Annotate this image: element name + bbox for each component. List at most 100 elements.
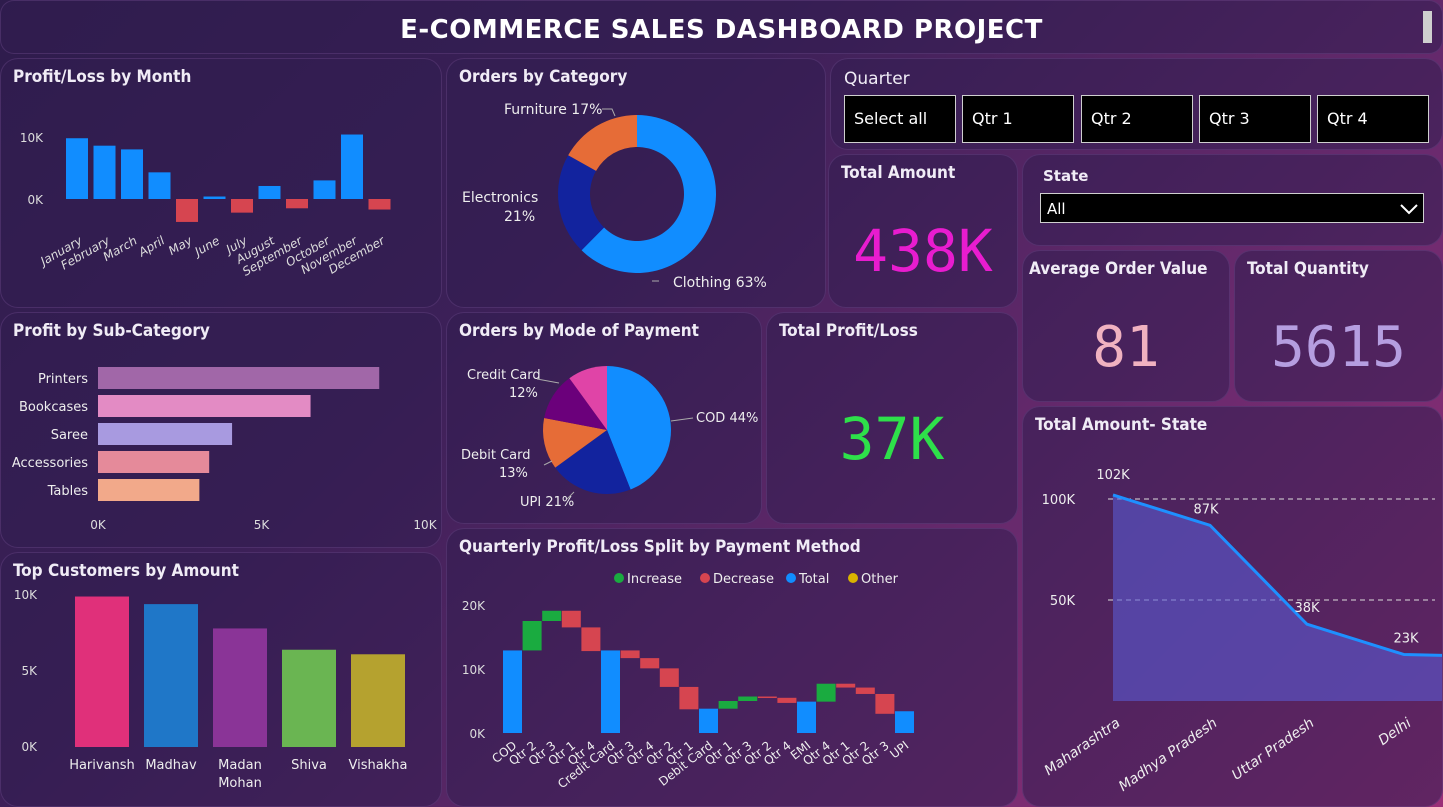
x-tick-label: Madhya Pradesh	[1116, 715, 1220, 795]
slice-label: Furniture 17%	[504, 102, 602, 118]
waterfall-bar	[777, 697, 797, 703]
waterfall-bar	[836, 683, 856, 688]
waterfall-bar	[542, 610, 562, 621]
dashboard-title: E-COMMERCE SALES DASHBOARD PROJECT	[400, 15, 1043, 45]
leader-line	[543, 460, 553, 466]
waterfall-bar	[875, 693, 895, 714]
average-order-value-card: Average Order Value 81	[1022, 250, 1230, 402]
waterfall-bar	[601, 650, 620, 733]
bar-madan-mohan	[213, 628, 267, 747]
bar-madhav	[144, 604, 198, 747]
legend-marker	[848, 573, 858, 583]
x-tick-label: Vishakha	[349, 758, 408, 773]
slice-label: Clothing 63%	[673, 275, 767, 291]
x-tick-label: Delhi	[1376, 715, 1415, 749]
quarterly-waterfall-chart: Increase Decrease Total Other20K10K0KCODQtr…	[462, 572, 914, 791]
scrollbar-handle[interactable]	[1423, 11, 1432, 43]
leader-line	[670, 417, 694, 422]
top-customers-chart: 10K 5K 0K Harivansh Madhav Madan Mohan Shiva Vis…	[14, 588, 408, 791]
card-title: Total Profit/Loss	[779, 321, 918, 341]
bar-february	[93, 145, 116, 199]
profit-by-subcategory-card: Profit by Sub-Category Printers Bookcases…	[0, 312, 442, 548]
total-profit-value: 37K	[839, 405, 945, 473]
x-tick-label: 10K	[413, 518, 437, 532]
total-amount-card: Total Amount 438K	[828, 154, 1018, 308]
bar-vishakha	[351, 654, 405, 747]
waterfall-bar	[659, 668, 679, 687]
y-tick-label: Bookcases	[19, 400, 88, 415]
average-order-value: 81	[1092, 315, 1160, 380]
total-quantity-value: 5615	[1271, 315, 1406, 380]
bar-september	[286, 199, 308, 209]
data-label: 87K	[1193, 502, 1219, 517]
bar-october	[313, 180, 336, 199]
quarter-slicer-title: Quarter	[844, 69, 910, 89]
total-amount-state-card: Total Amount- State 100K 50K 102K 87K 38K 23K…	[1022, 406, 1443, 807]
y-tick-label: Printers	[38, 372, 88, 387]
y-tick-label: Tables	[47, 484, 89, 499]
x-tick-label: 0K	[90, 518, 107, 532]
waterfall-bar	[561, 610, 581, 628]
slice-label: Debit Card	[461, 448, 531, 463]
quarter-option-qtr1[interactable]: Qtr 1	[962, 95, 1074, 143]
bar-printers	[98, 367, 380, 389]
slice-label: 12%	[509, 386, 538, 401]
profit-by-subcategory-chart: Printers Bookcases Saree Accessories Tables 0…	[12, 367, 438, 532]
bar-bookcases	[98, 395, 311, 417]
chevron-down-icon	[1400, 204, 1418, 215]
y-tick-label: 100K	[1042, 493, 1076, 508]
waterfall-bar	[581, 627, 601, 652]
y-tick-label: 10K	[462, 663, 486, 677]
bar-january	[66, 138, 88, 199]
y-tick-label: 10K	[14, 588, 38, 602]
total-profit-card: Total Profit/Loss 37K	[766, 312, 1018, 524]
state-slicer-card: State All	[1022, 154, 1443, 246]
x-tick-label: UPI	[887, 738, 911, 761]
legend-label: Increase	[627, 572, 682, 587]
quarter-option-qtr3[interactable]: Qtr 3	[1199, 95, 1311, 143]
top-customers-card: Top Customers by Amount 10K 5K 0K Harivansh…	[0, 552, 442, 807]
y-tick-label: 5K	[21, 664, 38, 678]
slice-label: 21%	[504, 209, 535, 225]
bar-november	[341, 134, 363, 199]
total-amount-value: 438K	[853, 217, 993, 285]
y-tick-label: 20K	[462, 599, 486, 613]
y-tick-label: 10K	[20, 131, 44, 145]
x-tick-label: June	[191, 233, 222, 259]
waterfall-bar	[699, 708, 718, 733]
waterfall-bar	[738, 696, 758, 701]
quarter-option-select-all[interactable]: Select all	[844, 95, 956, 143]
quarter-slicer-card: Quarter Select all Qtr 1 Qtr 2 Qtr 3 Qtr…	[830, 58, 1443, 150]
waterfall-bar	[816, 683, 836, 702]
leader-line	[602, 108, 616, 117]
legend-label: Other	[861, 572, 899, 587]
x-tick-label: Maharashtra	[1042, 715, 1124, 779]
waterfall-bar	[620, 650, 640, 659]
x-tick-label: Uttar Pradesh	[1229, 715, 1317, 783]
quarter-option-qtr4[interactable]: Qtr 4	[1317, 95, 1429, 143]
orders-by-category-chart: Clothing 63% Electronics 21% Furniture 17%	[462, 102, 767, 291]
waterfall-bar	[855, 687, 875, 694]
state-dropdown[interactable]: All	[1040, 193, 1424, 223]
slice-label: UPI 21%	[520, 495, 574, 510]
y-tick-label: 0K	[27, 193, 44, 207]
profit-by-month-card: Profit/Loss by Month 10K 0K January Februar…	[0, 58, 442, 308]
bar-may	[176, 199, 198, 222]
total-amount-state-chart: 100K50K102K87K38K23K22KMaharashtraMadhya…	[1042, 468, 1442, 795]
bar-april	[148, 172, 171, 199]
quarter-option-qtr2[interactable]: Qtr 2	[1081, 95, 1193, 143]
state-dropdown-value: All	[1047, 200, 1066, 218]
total-quantity-card: Total Quantity 5615	[1234, 250, 1443, 402]
bar-march	[121, 149, 143, 199]
waterfall-bar	[895, 711, 914, 733]
bar-shiva	[282, 649, 336, 747]
waterfall-bar	[640, 658, 660, 669]
legend-marker	[700, 573, 710, 583]
waterfall-bar	[503, 650, 522, 733]
bar-july	[231, 199, 253, 213]
orders-by-payment-card: Orders by Mode of Payment COD 44% UPI 21%…	[446, 312, 762, 524]
x-tick-label: Madhav	[145, 758, 197, 773]
y-tick-label: Accessories	[12, 456, 88, 471]
legend-marker	[786, 573, 796, 583]
legend-marker	[614, 573, 624, 583]
